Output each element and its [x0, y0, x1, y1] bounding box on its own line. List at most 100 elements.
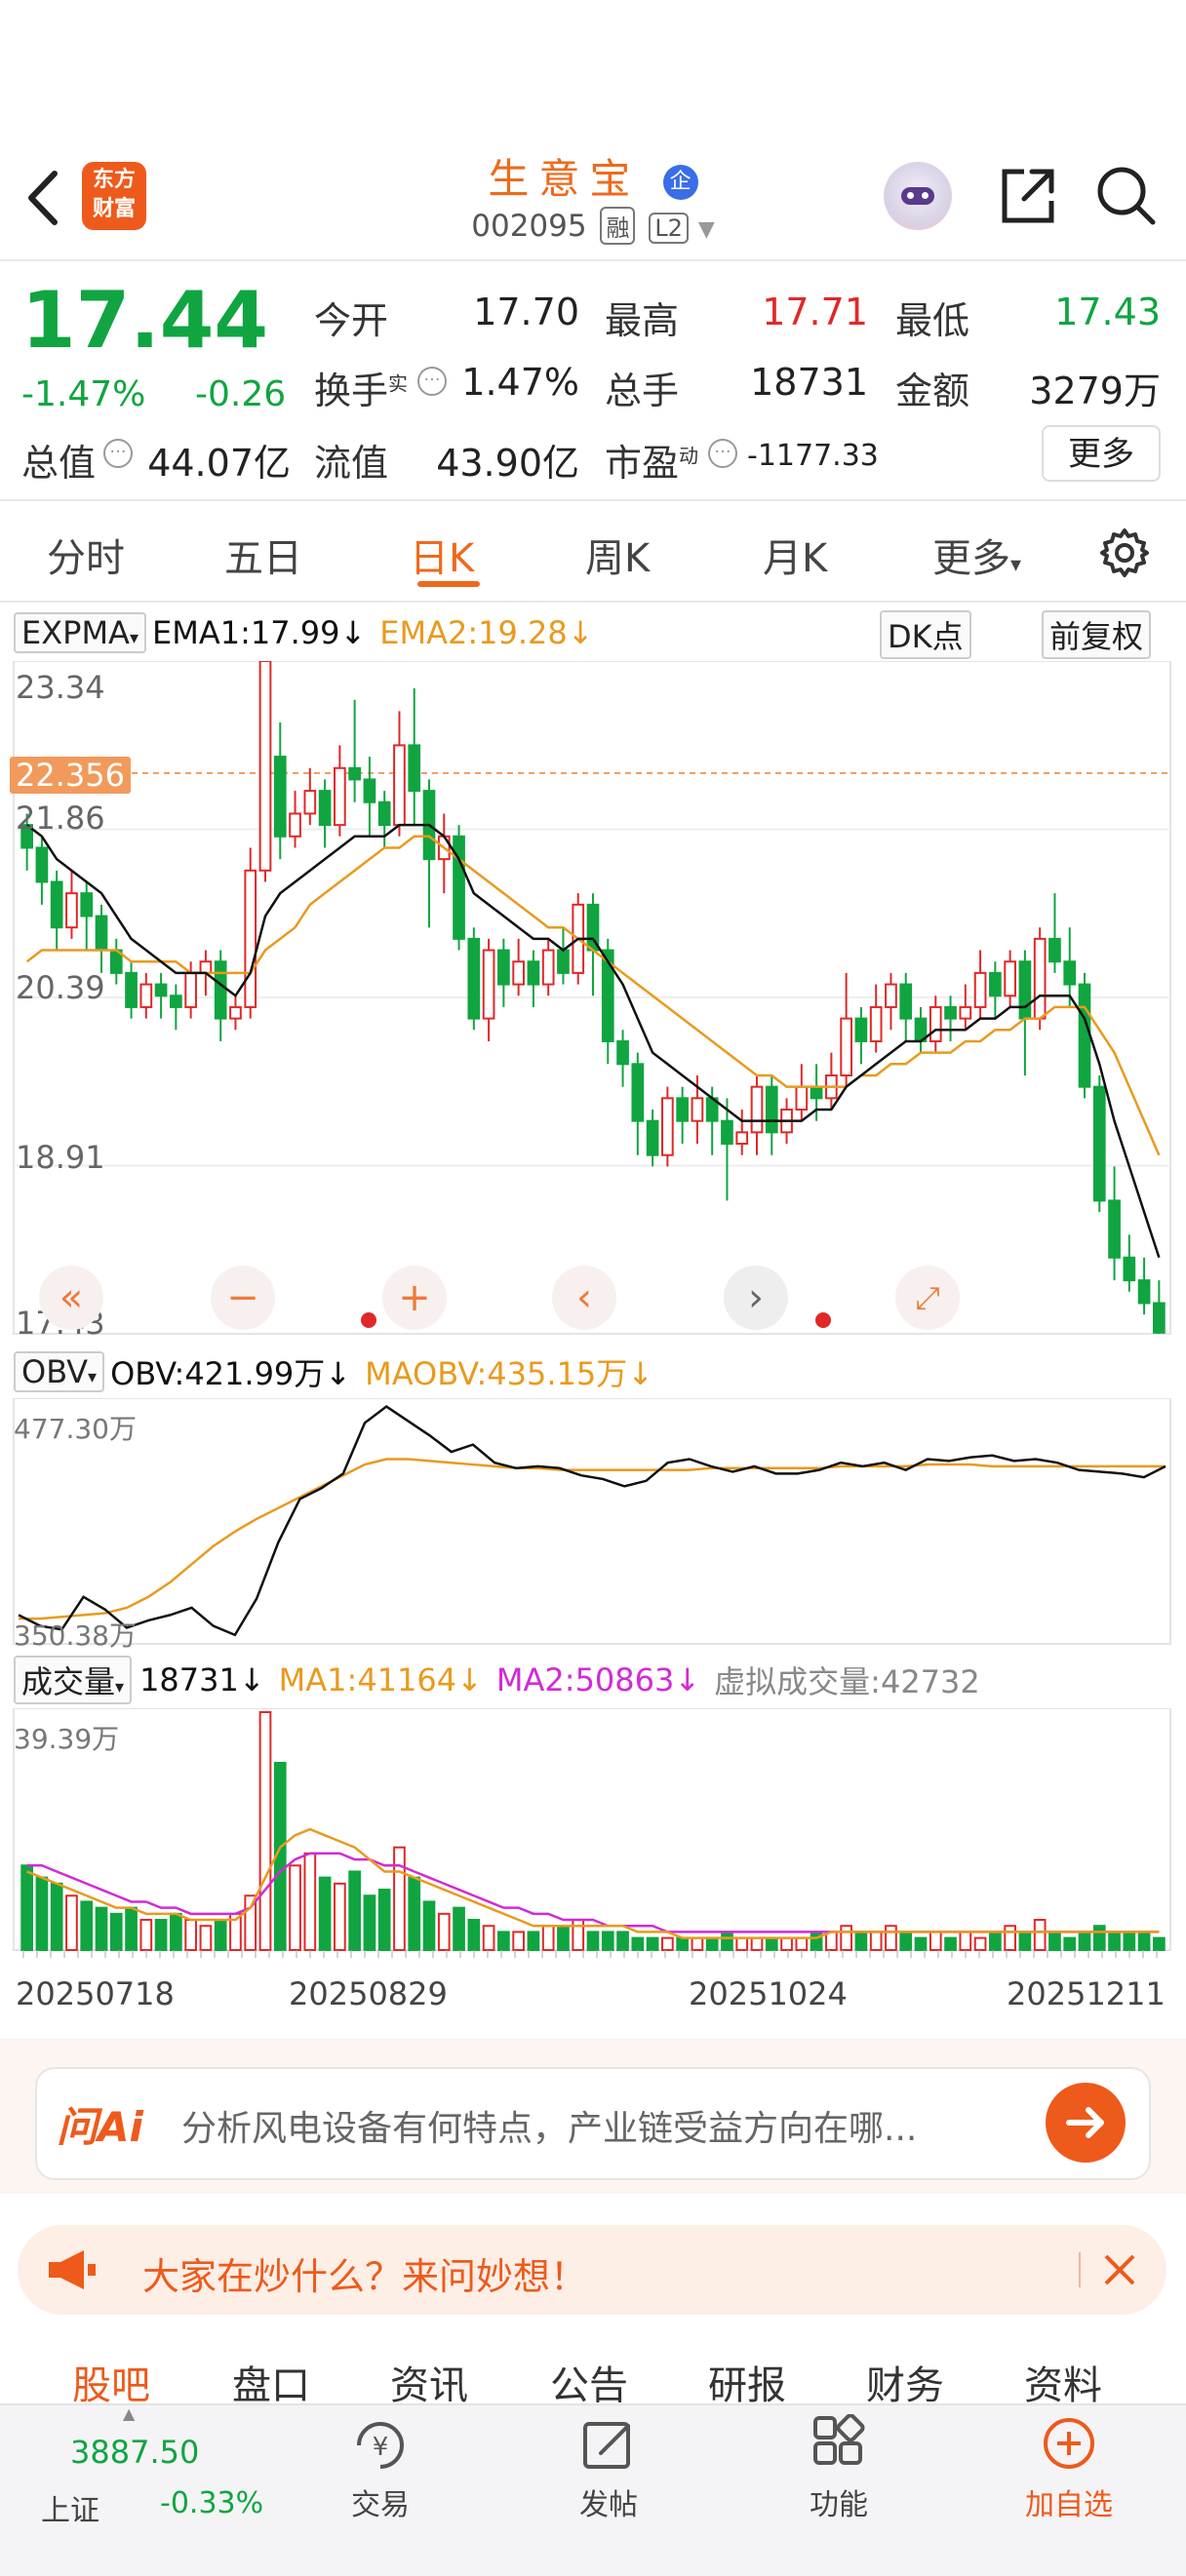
volume-bar: [170, 1912, 182, 1951]
volume-bar: [109, 1912, 123, 1951]
volume-top-label: 39.39万: [14, 1723, 120, 1755]
ema1-value: EMA1:17.99↓: [151, 614, 367, 651]
candle-body: [1153, 1302, 1166, 1334]
nav-trade[interactable]: ¥ 交易: [332, 2414, 429, 2523]
ai-question-box[interactable]: 问Ai 分析风电设备有何特点，产业链受益方向在哪...: [35, 2067, 1151, 2180]
volume-bar: [541, 1925, 555, 1951]
volume-bar: [65, 1894, 78, 1952]
fast-rewind-icon[interactable]: «: [39, 1266, 103, 1330]
info-icon[interactable]: ···: [103, 439, 133, 468]
zoom-out-icon[interactable]: −: [211, 1266, 275, 1330]
stock-name-text: 生意宝: [488, 155, 641, 203]
robot-avatar[interactable]: [884, 162, 952, 230]
candle-body: [258, 661, 272, 872]
nav-post[interactable]: 发帖: [560, 2414, 657, 2523]
obv-selector[interactable]: OBV▾: [14, 1351, 105, 1392]
volume-bar: [184, 1919, 197, 1952]
candle-body: [1033, 937, 1047, 1020]
tab-intraday[interactable]: 分时: [47, 527, 125, 583]
tab-more[interactable]: 更多▾: [932, 527, 1021, 583]
info-icon[interactable]: ···: [417, 367, 447, 396]
subtab-guba[interactable]: 股吧: [72, 2354, 150, 2410]
candle-body: [125, 971, 138, 1008]
dropdown-arrow-icon: ▼: [697, 217, 715, 242]
hot-topic-banner[interactable]: 大家在炒什么？来问妙想！: [18, 2225, 1166, 2315]
subtab-finance[interactable]: 财务: [866, 2354, 944, 2410]
volume-bar: [616, 1931, 629, 1952]
subtab-research[interactable]: 研报: [708, 2354, 786, 2410]
volume-bar: [393, 1846, 406, 1952]
subtab-pankou[interactable]: 盘口: [232, 2354, 310, 2410]
scroll-left-icon[interactable]: ‹: [552, 1266, 616, 1330]
candlestick-chart[interactable]: [0, 661, 1186, 1344]
tab-daily-k[interactable]: 日K: [410, 527, 474, 583]
grid-icon: [813, 2413, 865, 2465]
tab-five-day[interactable]: 五日: [224, 527, 302, 583]
volume-value: 18731: [750, 361, 868, 404]
volume-bar: [377, 1889, 391, 1951]
candle-body: [497, 949, 510, 986]
info-icon[interactable]: ···: [708, 439, 737, 468]
close-icon[interactable]: [1100, 2250, 1139, 2289]
candle-body: [184, 971, 197, 1008]
search-icon[interactable]: [1094, 164, 1157, 226]
volume-value: 18731↓: [139, 1661, 265, 1698]
ma1-value: MA1:41164↓: [278, 1661, 483, 1698]
expand-icon[interactable]: ⤢: [895, 1266, 960, 1330]
obv-bottom-label: 350.38万: [14, 1620, 137, 1652]
date-tick: 20250829: [289, 1975, 448, 2012]
candle-body: [1018, 960, 1032, 1020]
volume-bar: [735, 1936, 749, 1951]
volume-bar: [214, 1919, 227, 1952]
subtab-profile[interactable]: 资料: [1024, 2354, 1102, 2410]
volume-name: 成交量: [21, 1663, 116, 1700]
candle-body: [482, 949, 495, 1020]
chart-frame: [13, 1708, 1171, 1951]
volume-selector[interactable]: 成交量▾: [14, 1656, 133, 1704]
volume-bar: [422, 1900, 436, 1951]
nav-add-watchlist[interactable]: 加自选: [1010, 2414, 1127, 2523]
divider: [0, 259, 1186, 261]
volume-bar: [363, 1894, 376, 1952]
expma-selector[interactable]: EXPMA▾: [14, 612, 146, 653]
obv-top-label: 477.30万: [14, 1413, 137, 1445]
index-value[interactable]: 3887.50: [70, 2434, 199, 2471]
candle-body: [199, 960, 213, 974]
volume-bar: [154, 1919, 168, 1952]
settings-gear-icon[interactable]: [1098, 527, 1151, 579]
volume-label: 总手: [605, 370, 680, 412]
volume-bar: [512, 1931, 525, 1952]
subtab-news[interactable]: 资讯: [390, 2354, 468, 2410]
zoom-in-icon[interactable]: +: [382, 1266, 447, 1330]
tab-weekly-k[interactable]: 周K: [585, 527, 650, 583]
scroll-right-icon[interactable]: ›: [724, 1266, 788, 1330]
float-label: 流值: [314, 442, 389, 485]
share-icon[interactable]: [997, 166, 1057, 226]
nav-features[interactable]: 功能: [790, 2413, 888, 2523]
volume-bar: [1092, 1925, 1106, 1951]
ai-go-button[interactable]: [1046, 2083, 1126, 2163]
amount-value: 3279万: [1029, 370, 1161, 412]
volume-bar: [1078, 1931, 1091, 1952]
y-tick: 21.86: [16, 800, 105, 837]
volume-bar: [601, 1931, 614, 1952]
y-tick: 23.34: [16, 669, 105, 706]
maobv-line: [19, 1458, 1166, 1620]
candle-body: [229, 1005, 242, 1020]
candle-body: [139, 983, 153, 1008]
turnover-label-text: 换手: [314, 370, 389, 412]
ai-prompt-text: 分析风电设备有何特点，产业链受益方向在哪...: [181, 2109, 918, 2149]
candle-body: [735, 1131, 749, 1146]
candle-body: [869, 1005, 883, 1042]
candle-body: [393, 744, 406, 827]
subtab-announcements[interactable]: 公告: [550, 2354, 628, 2410]
volume-bar: [80, 1900, 94, 1951]
dk-point-button[interactable]: DK点: [880, 610, 971, 659]
forward-adjust-button[interactable]: 前复权: [1042, 610, 1152, 659]
nav-add-watchlist-label: 加自选: [1025, 2488, 1113, 2522]
tab-monthly-k[interactable]: 月K: [763, 527, 827, 583]
volume-bar: [1048, 1931, 1061, 1952]
more-button[interactable]: 更多: [1042, 425, 1161, 482]
volume-bar: [453, 1906, 465, 1952]
divider: [0, 499, 1186, 501]
